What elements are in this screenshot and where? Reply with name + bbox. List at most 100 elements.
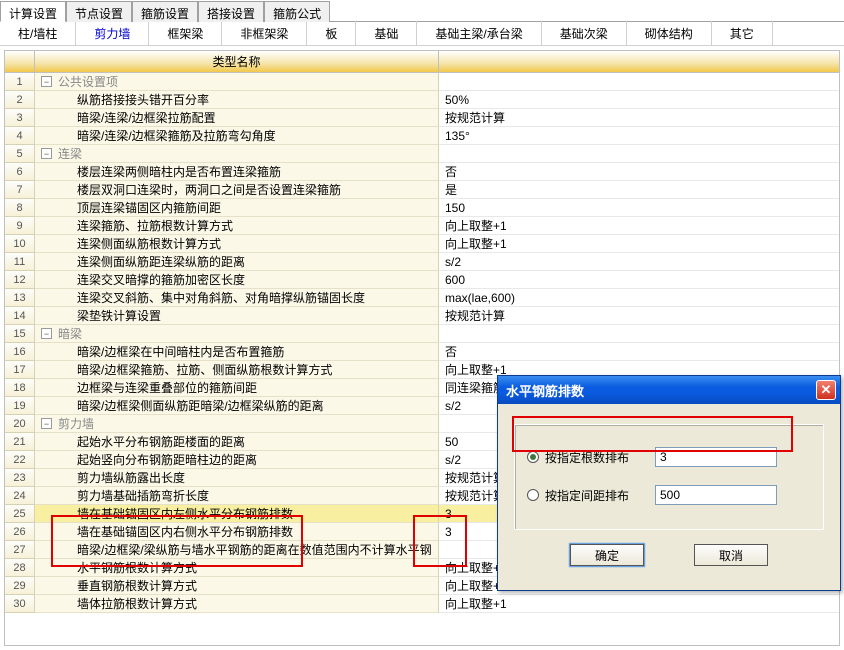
- close-icon[interactable]: ✕: [816, 380, 836, 400]
- count-input[interactable]: [655, 447, 777, 467]
- radio-by-spacing[interactable]: [527, 489, 539, 501]
- row-value[interactable]: [439, 325, 839, 343]
- row-number: 29: [5, 577, 35, 595]
- tab-lap-settings[interactable]: 搭接设置: [198, 1, 264, 22]
- row-value[interactable]: [439, 73, 839, 91]
- row-name: 水平钢筋根数计算方式: [35, 559, 439, 577]
- row-value[interactable]: 否: [439, 163, 839, 181]
- col-name-header: 类型名称: [35, 51, 439, 72]
- row-value[interactable]: 150: [439, 199, 839, 217]
- collapse-icon[interactable]: −: [41, 418, 52, 429]
- subtab-slab[interactable]: 板: [307, 21, 356, 46]
- row-value[interactable]: 否: [439, 343, 839, 361]
- table-row[interactable]: 11连梁侧面纵筋距连梁纵筋的距离s/2: [5, 253, 839, 271]
- row-name: 楼层双洞口连梁时，两洞口之间是否设置连梁箍筋: [35, 181, 439, 199]
- row-value[interactable]: [439, 145, 839, 163]
- dialog-body: 按指定根数排布 按指定间距排布 确定 取消: [498, 404, 840, 590]
- subtab-column[interactable]: 柱/墙柱: [0, 21, 76, 46]
- row-value[interactable]: 向上取整+1: [439, 595, 839, 613]
- subtab-found-subbeam[interactable]: 基础次梁: [542, 21, 627, 46]
- row-number: 3: [5, 109, 35, 127]
- table-row[interactable]: 1−公共设置项: [5, 73, 839, 91]
- subtab-nonframe-beam[interactable]: 非框架梁: [222, 21, 307, 46]
- collapse-icon[interactable]: −: [41, 328, 52, 339]
- cancel-button[interactable]: 取消: [694, 544, 768, 566]
- subtab-other[interactable]: 其它: [712, 21, 773, 46]
- option-by-spacing-row: 按指定间距排布: [527, 485, 811, 505]
- row-value[interactable]: 向上取整+1: [439, 235, 839, 253]
- row-number: 27: [5, 541, 35, 559]
- table-row[interactable]: 16暗梁/边框梁在中间暗柱内是否布置箍筋否: [5, 343, 839, 361]
- row-value[interactable]: 按规范计算: [439, 109, 839, 127]
- table-row[interactable]: 8顶层连梁锚固区内箍筋间距150: [5, 199, 839, 217]
- row-value[interactable]: max(lae,600): [439, 289, 839, 307]
- tab-calc-settings[interactable]: 计算设置: [0, 1, 66, 22]
- table-row[interactable]: 13连梁交叉斜筋、集中对角斜筋、对角暗撑纵筋锚固长度max(lae,600): [5, 289, 839, 307]
- category-tabs: 柱/墙柱 剪力墙 框架梁 非框架梁 板 基础 基础主梁/承台梁 基础次梁 砌体结…: [0, 22, 844, 46]
- row-name: 起始竖向分布钢筋距暗柱边的距离: [35, 451, 439, 469]
- row-name: 墙在基础锚固区内右侧水平分布钢筋排数: [35, 523, 439, 541]
- row-number: 8: [5, 199, 35, 217]
- row-number: 1: [5, 73, 35, 91]
- radio-by-spacing-label[interactable]: 按指定间距排布: [545, 487, 655, 504]
- table-row[interactable]: 12连梁交叉暗撑的箍筋加密区长度600: [5, 271, 839, 289]
- main-tabs: 计算设置 节点设置 箍筋设置 搭接设置 箍筋公式: [0, 0, 844, 22]
- horizontal-rebar-rows-dialog: 水平钢筋排数 ✕ 按指定根数排布 按指定间距排布 确定 取消: [497, 375, 841, 591]
- row-value[interactable]: 135°: [439, 127, 839, 145]
- row-value[interactable]: 600: [439, 271, 839, 289]
- row-name: 墙在基础锚固区内左侧水平分布钢筋排数: [35, 505, 439, 523]
- subtab-frame-beam[interactable]: 框架梁: [149, 21, 222, 46]
- collapse-icon[interactable]: −: [41, 148, 52, 159]
- tab-stirrup-settings[interactable]: 箍筋设置: [132, 1, 198, 22]
- subtab-masonry[interactable]: 砌体结构: [627, 21, 712, 46]
- option-by-count-row: 按指定根数排布: [527, 447, 811, 467]
- group-label: 连梁: [58, 145, 82, 163]
- tab-stirrup-formula[interactable]: 箍筋公式: [264, 1, 330, 22]
- radio-by-count-label[interactable]: 按指定根数排布: [545, 449, 655, 466]
- subtab-foundation[interactable]: 基础: [356, 21, 417, 46]
- subtab-shearwall[interactable]: 剪力墙: [76, 21, 149, 46]
- table-row[interactable]: 5−连梁: [5, 145, 839, 163]
- row-number: 30: [5, 595, 35, 613]
- dialog-titlebar[interactable]: 水平钢筋排数 ✕: [498, 376, 840, 404]
- table-row[interactable]: 30墙体拉筋根数计算方式向上取整+1: [5, 595, 839, 613]
- table-row[interactable]: 4暗梁/连梁/边框梁箍筋及拉筋弯勾角度135°: [5, 127, 839, 145]
- row-name: 暗梁/边框梁侧面纵筋距暗梁/边框梁纵筋的距离: [35, 397, 439, 415]
- row-name: 连梁交叉暗撑的箍筋加密区长度: [35, 271, 439, 289]
- row-number: 2: [5, 91, 35, 109]
- row-number: 25: [5, 505, 35, 523]
- row-name: 楼层连梁两侧暗柱内是否布置连梁箍筋: [35, 163, 439, 181]
- row-value[interactable]: 按规范计算: [439, 307, 839, 325]
- table-row[interactable]: 6楼层连梁两侧暗柱内是否布置连梁箍筋否: [5, 163, 839, 181]
- dialog-title-text: 水平钢筋排数: [506, 381, 816, 400]
- dialog-options-group: 按指定根数排布 按指定间距排布: [514, 424, 824, 530]
- subtab-found-mainbeam[interactable]: 基础主梁/承台梁: [417, 21, 541, 46]
- table-header: 类型名称: [5, 51, 839, 73]
- table-row[interactable]: 3暗梁/连梁/边框梁拉筋配置按规范计算: [5, 109, 839, 127]
- collapse-icon[interactable]: −: [41, 76, 52, 87]
- row-value[interactable]: s/2: [439, 253, 839, 271]
- table-row[interactable]: 14梁垫铁计算设置按规范计算: [5, 307, 839, 325]
- table-row[interactable]: 9连梁箍筋、拉筋根数计算方式向上取整+1: [5, 217, 839, 235]
- row-number: 15: [5, 325, 35, 343]
- tab-node-settings[interactable]: 节点设置: [66, 1, 132, 22]
- radio-by-count[interactable]: [527, 451, 539, 463]
- row-name: −暗梁: [35, 325, 439, 343]
- row-value[interactable]: 向上取整+1: [439, 217, 839, 235]
- row-name: 暗梁/边框梁在中间暗柱内是否布置箍筋: [35, 343, 439, 361]
- row-value[interactable]: 是: [439, 181, 839, 199]
- row-number: 9: [5, 217, 35, 235]
- ok-button[interactable]: 确定: [570, 544, 644, 566]
- table-row[interactable]: 10连梁侧面纵筋根数计算方式向上取整+1: [5, 235, 839, 253]
- table-row[interactable]: 15−暗梁: [5, 325, 839, 343]
- row-number: 6: [5, 163, 35, 181]
- row-number: 21: [5, 433, 35, 451]
- row-value[interactable]: 50%: [439, 91, 839, 109]
- table-row[interactable]: 2纵筋搭接接头错开百分率50%: [5, 91, 839, 109]
- spacing-input[interactable]: [655, 485, 777, 505]
- table-row[interactable]: 7楼层双洞口连梁时，两洞口之间是否设置连梁箍筋是: [5, 181, 839, 199]
- row-name: 暗梁/边框梁/梁纵筋与墙水平钢筋的距离在数值范围内不计算水平钢: [35, 541, 439, 559]
- dialog-buttons: 确定 取消: [514, 544, 824, 580]
- row-name: 暗梁/连梁/边框梁拉筋配置: [35, 109, 439, 127]
- row-name: 垂直钢筋根数计算方式: [35, 577, 439, 595]
